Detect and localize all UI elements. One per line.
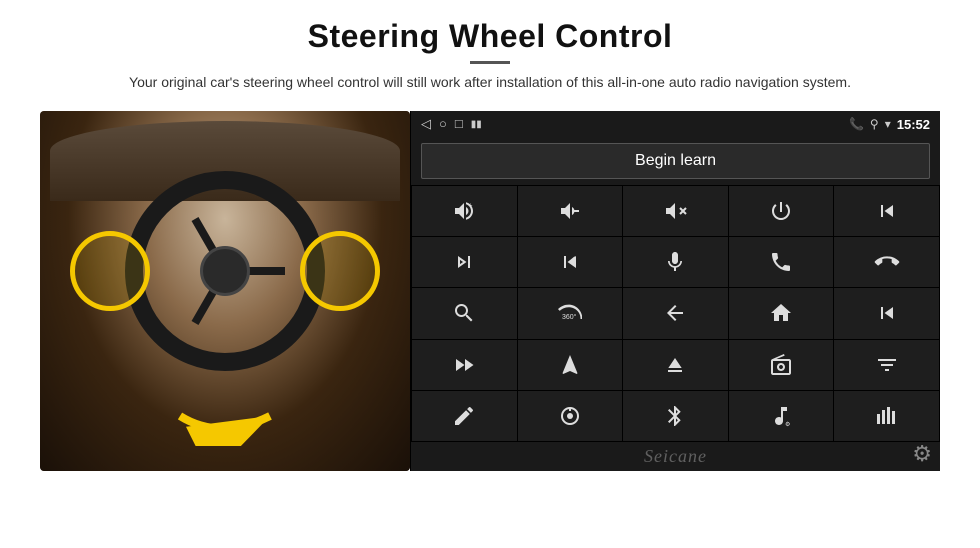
back-nav-button[interactable] [623, 288, 728, 338]
360-view-button[interactable]: 360° [518, 288, 623, 338]
wheel-center [200, 246, 250, 296]
spectrum-icon [875, 404, 899, 428]
highlight-circle-left [70, 231, 150, 311]
status-bar-left: ◁ ○ □ ▮▮ [421, 116, 482, 132]
mic-icon [663, 250, 687, 274]
wifi-status-icon: ▾ [885, 117, 891, 131]
home-nav-icon [769, 301, 793, 325]
fast-forward-button[interactable] [412, 340, 517, 390]
pen-button[interactable] [412, 391, 517, 441]
camera-button[interactable] [412, 288, 517, 338]
home-icon[interactable]: ○ [439, 116, 447, 132]
steering-wheel [125, 171, 325, 371]
location-status-icon: ⚲ [870, 117, 879, 131]
phone-status-icon: 📞 [849, 117, 864, 131]
prev-ch-button[interactable] [834, 288, 939, 338]
eq-icon [875, 353, 899, 377]
begin-learn-row: Begin learn [411, 137, 940, 185]
svg-text:360°: 360° [562, 313, 577, 321]
navigation-icon [558, 353, 582, 377]
music-button[interactable]: ⚙ [729, 391, 834, 441]
bluetooth-icon [663, 404, 687, 428]
power-icon [769, 199, 793, 223]
pen-icon [452, 404, 476, 428]
svg-text:⚙: ⚙ [785, 421, 790, 428]
radio-icon [769, 353, 793, 377]
back-nav-icon [663, 301, 687, 325]
svg-text:+: + [468, 201, 473, 210]
back-icon[interactable]: ◁ [421, 116, 431, 132]
status-time: 15:52 [897, 117, 930, 132]
vol-down-icon [558, 199, 582, 223]
skip-forward-button[interactable] [412, 237, 517, 287]
mic-button[interactable] [623, 237, 728, 287]
recent-apps-icon[interactable]: □ [455, 116, 463, 132]
navigation-button[interactable] [518, 340, 623, 390]
mute-icon [663, 199, 687, 223]
vol-up-icon: + [452, 199, 476, 223]
yellow-arrow-icon [170, 386, 290, 446]
content-area: ◁ ○ □ ▮▮ 📞 ⚲ ▾ 15:52 Begin learn [40, 111, 940, 471]
eq-button[interactable] [834, 340, 939, 390]
eject-button[interactable] [623, 340, 728, 390]
radio-button[interactable] [729, 340, 834, 390]
title-section: Steering Wheel Control Your original car… [129, 18, 851, 93]
title-divider [470, 61, 510, 64]
bluetooth-button[interactable] [623, 391, 728, 441]
gear-icon[interactable]: ⚙ [912, 441, 932, 467]
home-nav-button[interactable] [729, 288, 834, 338]
music-icon: ⚙ [769, 404, 793, 428]
status-bar: ◁ ○ □ ▮▮ 📞 ⚲ ▾ 15:52 [411, 111, 940, 137]
power-button[interactable] [729, 186, 834, 236]
settings-knob-icon [558, 404, 582, 428]
steering-wheel-image [40, 111, 410, 471]
page-title: Steering Wheel Control [129, 18, 851, 55]
hang-up-icon [875, 250, 899, 274]
prev-track-button[interactable] [834, 186, 939, 236]
seicane-watermark: Seicane [644, 446, 707, 466]
fast-forward-icon [452, 353, 476, 377]
hang-up-button[interactable] [834, 237, 939, 287]
prev-ch-icon [875, 301, 899, 325]
skip-prev-fast-button[interactable] [518, 237, 623, 287]
settings-knob-button[interactable] [518, 391, 623, 441]
vol-down-button[interactable] [518, 186, 623, 236]
highlight-circle-right [300, 231, 380, 311]
status-bar-right: 📞 ⚲ ▾ 15:52 [849, 117, 930, 132]
spectrum-button[interactable] [834, 391, 939, 441]
phone-button[interactable] [729, 237, 834, 287]
mute-button[interactable] [623, 186, 728, 236]
eject-icon [663, 353, 687, 377]
prev-track-icon [875, 199, 899, 223]
skip-forward-icon [452, 250, 476, 274]
vol-up-button[interactable]: + [412, 186, 517, 236]
camera-icon [452, 301, 476, 325]
controls-grid: + [411, 185, 940, 442]
android-screen: ◁ ○ □ ▮▮ 📞 ⚲ ▾ 15:52 Begin learn [410, 111, 940, 471]
page-container: Steering Wheel Control Your original car… [0, 0, 980, 548]
signal-icon: ▮▮ [471, 119, 482, 130]
arrow-container [170, 386, 290, 451]
begin-learn-button[interactable]: Begin learn [421, 143, 930, 179]
phone-icon [769, 250, 793, 274]
seicane-bar: Seicane ⚙ [411, 442, 940, 471]
360-icon: 360° [558, 301, 582, 325]
wheel-outer [125, 171, 325, 371]
page-subtitle: Your original car's steering wheel contr… [129, 72, 851, 93]
skip-prev-fast-icon [558, 250, 582, 274]
